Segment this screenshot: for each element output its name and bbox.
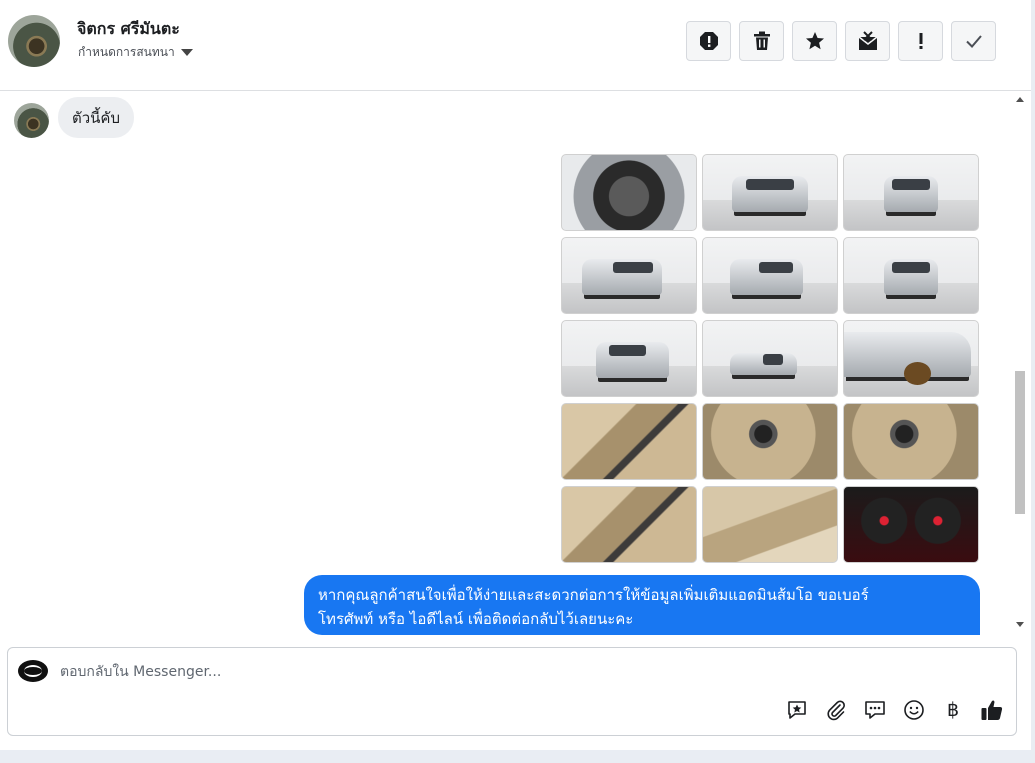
photo-dashboard[interactable]	[843, 403, 979, 480]
photo-rear[interactable]	[843, 237, 979, 314]
like-button[interactable]	[980, 698, 1004, 722]
done-button[interactable]	[951, 21, 996, 61]
scroll-up-icon[interactable]	[1016, 97, 1024, 102]
conversation-label-dropdown[interactable]: กำหนดการสนทนา	[78, 43, 193, 62]
star-button[interactable]	[792, 21, 837, 61]
photo-side-front[interactable]	[561, 237, 697, 314]
photo-side-wide[interactable]	[702, 320, 838, 397]
page-avatar	[18, 660, 48, 682]
conversation-label-text: กำหนดการสนทนา	[78, 45, 175, 59]
photo-front-seats[interactable]	[561, 486, 697, 563]
photo-front[interactable]	[843, 154, 979, 231]
reply-composer: ฿	[7, 647, 1017, 736]
photo-rear-seats[interactable]	[702, 486, 838, 563]
emoji-icon	[904, 700, 924, 720]
scroll-down-icon[interactable]	[1016, 622, 1024, 627]
emoji-button[interactable]	[902, 698, 926, 722]
star-icon	[805, 32, 824, 50]
caret-down-icon	[180, 49, 193, 56]
conversation-header: จิตกร ศรีมันตะ กำหนดการสนทนา	[0, 0, 1031, 91]
scroll-thumb[interactable]	[1015, 371, 1025, 514]
baht-icon: ฿	[946, 699, 960, 721]
octagon-alert-icon	[699, 32, 718, 50]
conversation-toolbar	[686, 21, 996, 61]
payment-button[interactable]: ฿	[941, 698, 965, 722]
messages-scrollbar[interactable]	[1012, 91, 1030, 635]
photo-attachment-grid	[561, 154, 979, 563]
composer-toolbar: ฿	[785, 698, 1004, 722]
thumbs-up-icon	[981, 700, 1003, 720]
incoming-message-bubble: ตัวนี้คับ	[58, 97, 134, 138]
mark-unread-button[interactable]	[845, 21, 890, 61]
saved-reply-icon	[788, 701, 806, 719]
reply-input[interactable]	[60, 660, 760, 684]
check-icon	[965, 35, 982, 48]
saved-reply-button[interactable]	[785, 698, 809, 722]
outgoing-message-line-1: หากคุณลูกค้าสนใจเพื่อให้ง่ายและสะดวกต่อก…	[318, 586, 869, 604]
photo-wheel[interactable]	[843, 320, 979, 397]
photo-engine[interactable]	[561, 154, 697, 231]
delete-button[interactable]	[739, 21, 784, 61]
attach-file-button[interactable]	[824, 698, 848, 722]
chat-bubble-icon	[865, 701, 885, 719]
message-templates-button[interactable]	[863, 698, 887, 722]
messenger-conversation-window: จิตกร ศรีมันตะ กำหนดการสนทนา ตัวนี้คับ ห…	[0, 0, 1031, 750]
page-bottom-bar	[0, 750, 1035, 763]
photo-rear-left[interactable]	[561, 320, 697, 397]
exclamation-icon	[919, 33, 922, 49]
contact-name[interactable]: จิตกร ศรีมันตะ	[77, 17, 180, 42]
trash-icon	[753, 31, 770, 50]
photo-door-interior[interactable]	[561, 403, 697, 480]
important-button[interactable]	[898, 21, 943, 61]
photo-rear-right[interactable]	[702, 237, 838, 314]
outgoing-message-bubble: หากคุณลูกค้าสนใจเพื่อให้ง่ายและสะดวกต่อก…	[304, 575, 980, 635]
photo-steering-wheel[interactable]	[702, 403, 838, 480]
spam-button[interactable]	[686, 21, 731, 61]
paperclip-icon	[827, 700, 845, 721]
contact-avatar[interactable]	[8, 15, 60, 67]
photo-gauges[interactable]	[843, 486, 979, 563]
envelope-x-icon	[858, 31, 877, 50]
outgoing-message-line-2: โทรศัพท์ หรือ ไอดีไลน์ เพื่อติดต่อกลับไว…	[318, 610, 634, 628]
sender-avatar[interactable]	[14, 103, 49, 138]
photo-front-left[interactable]	[702, 154, 838, 231]
